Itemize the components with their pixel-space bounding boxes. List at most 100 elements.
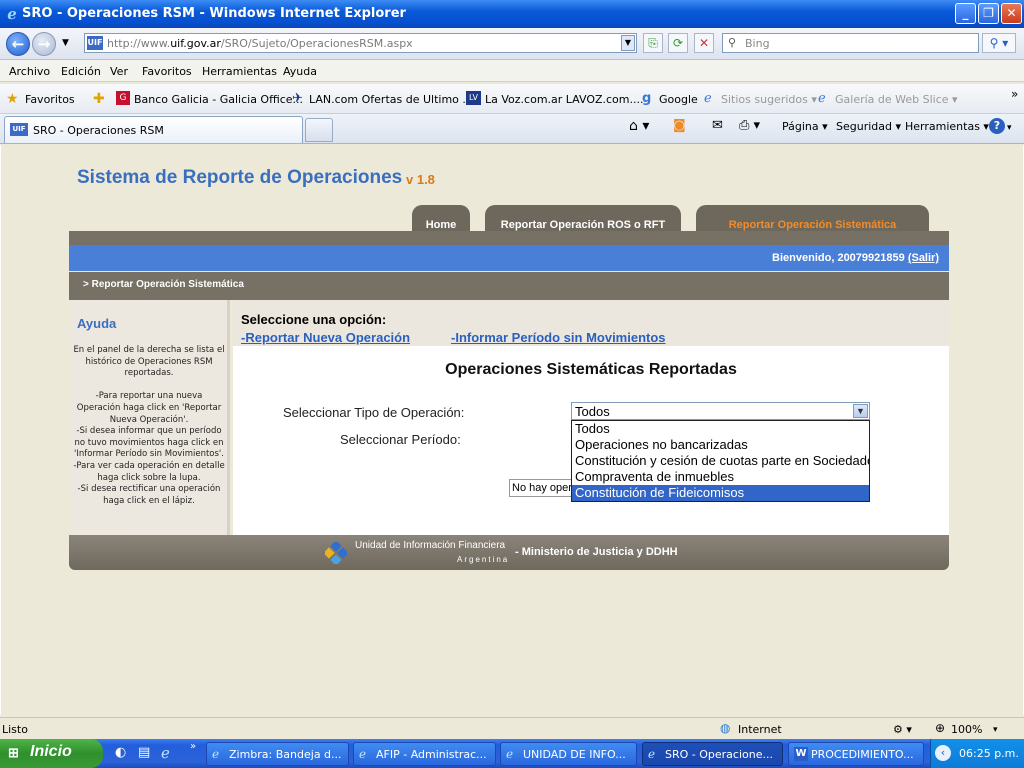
help-title: Ayuda: [77, 316, 117, 331]
url-domain: uif.gov.ar: [170, 37, 221, 50]
menu-archivo[interactable]: Archivo: [9, 65, 50, 78]
url-dropdown-icon[interactable]: ▼: [621, 35, 635, 51]
menu-herramientas[interactable]: Herramientas: [202, 65, 277, 78]
search-input[interactable]: ⚲ Bing: [722, 33, 979, 53]
page-menu[interactable]: Página ▾: [782, 120, 828, 133]
help-icon[interactable]: ?: [989, 118, 1005, 134]
zoom-dropdown-icon[interactable]: ▾: [993, 725, 998, 735]
site-version: v 1.8: [406, 172, 435, 187]
search-go-button[interactable]: ⚲ ▾: [982, 33, 1016, 53]
zone-label: Internet: [738, 723, 782, 736]
ie-task-icon: ℯ: [212, 747, 220, 761]
site-title: Sistema de Reporte de Operaciones: [77, 167, 403, 188]
chevron-down-icon[interactable]: ▼: [853, 404, 868, 418]
feeds-icon[interactable]: ◙: [673, 118, 686, 133]
status-text: Listo: [2, 723, 28, 736]
menu-edicion[interactable]: Edición: [61, 65, 101, 78]
task-unidad[interactable]: ℯ UNIDAD DE INFO...: [500, 742, 637, 766]
lavoz-icon: LV: [466, 91, 481, 105]
fav-lavoz[interactable]: La Voz.com.ar LAVOZ.com....: [485, 93, 644, 106]
fav-google[interactable]: Google: [659, 93, 698, 106]
menu-ayuda[interactable]: Ayuda: [283, 65, 317, 78]
quicklaunch-desktop-icon[interactable]: ▤: [138, 745, 150, 760]
fav-suggested-sites[interactable]: Sitios sugeridos ▾: [721, 93, 817, 106]
operation-type-dropdown: Todos Operaciones no bancarizadas Consti…: [571, 420, 870, 502]
task-afip[interactable]: ℯ AFIP - Administrac...: [353, 742, 496, 766]
dropdown-option[interactable]: Todos: [572, 421, 869, 437]
refresh-icon[interactable]: ⟳: [668, 33, 688, 53]
protected-mode-icon[interactable]: ⚙ ▾: [893, 723, 912, 736]
ie-task-icon: ℯ: [359, 747, 367, 761]
dropdown-option-highlighted[interactable]: Constitución de Fideicomisos: [572, 485, 869, 501]
start-button[interactable]: ⊞ Inicio: [0, 739, 103, 768]
nav-band: [69, 231, 949, 245]
mail-icon[interactable]: ✉: [712, 118, 723, 133]
report-no-movement-link[interactable]: -Informar Período sin Movimientos: [451, 330, 666, 345]
dropdown-option[interactable]: Compraventa de inmuebles: [572, 469, 869, 485]
ie-page-icon: ℯ: [704, 91, 712, 106]
fav-lan[interactable]: LAN.com Ofertas de Ultimo ...: [309, 93, 473, 106]
minimize-button[interactable]: _: [955, 3, 976, 24]
forward-button[interactable]: →: [32, 32, 56, 56]
ie-task-icon: ℯ: [506, 747, 514, 761]
main-panel: Seleccione una opción: -Reportar Nueva O…: [233, 300, 949, 535]
dropdown-option[interactable]: Operaciones no bancarizadas: [572, 437, 869, 453]
tab-active[interactable]: UIF SRO - Operaciones RSM: [4, 116, 303, 143]
footer-ministry: - Ministerio de Justicia y DDHH: [515, 546, 678, 558]
operation-type-select[interactable]: Todos ▼: [571, 402, 870, 420]
web-slice-icon: ℯ: [818, 91, 826, 106]
compatibility-view-icon[interactable]: ⎘: [643, 33, 663, 53]
lan-icon: ✈: [292, 91, 303, 106]
menu-ver[interactable]: Ver: [110, 65, 128, 78]
home-icon[interactable]: ⌂ ▾: [629, 118, 649, 134]
uif-logo-icon: [325, 542, 347, 564]
breadcrumb: > Reportar Operación Sistemática: [69, 272, 949, 300]
recent-pages-dropdown[interactable]: ▼: [62, 38, 69, 48]
quicklaunch-more-icon[interactable]: »: [190, 741, 196, 752]
logout-link[interactable]: (Salir): [908, 252, 939, 264]
address-bar: ← → ▼ UIF http://www.uif.gov.ar/SRO/Suje…: [0, 28, 1024, 60]
tab-bar: UIF SRO - Operaciones RSM ⌂ ▾ ◙ ✉ ⎙ ▾ Pá…: [0, 114, 1024, 144]
security-menu[interactable]: Seguridad ▾: [836, 120, 901, 133]
tools-menu[interactable]: Herramientas ▾: [905, 120, 989, 133]
clock: 06:25 p.m.: [959, 747, 1019, 760]
url-prefix: http://www.: [107, 37, 171, 50]
task-procedimiento[interactable]: W PROCEDIMIENTO...: [788, 742, 924, 766]
search-icon: ⚲: [728, 36, 737, 49]
options-header: Seleccione una opción: -Reportar Nueva O…: [233, 300, 949, 346]
window-titlebar: ℯ SRO - Operaciones RSM - Windows Intern…: [0, 0, 1024, 28]
google-icon: g: [642, 91, 652, 106]
new-tab-button[interactable]: [305, 118, 333, 142]
fav-web-slice[interactable]: Galería de Web Slice ▾: [835, 93, 958, 106]
word-task-icon: W: [794, 747, 808, 761]
menu-bar: Archivo Edición Ver Favoritos Herramient…: [0, 60, 1024, 82]
favorites-button[interactable]: Favoritos: [25, 93, 75, 106]
restore-button[interactable]: ❐: [978, 3, 999, 24]
page-content: Sistema de Reporte de Operaciones v 1.8 …: [0, 145, 1024, 715]
close-button[interactable]: ✕: [1001, 3, 1022, 24]
back-button[interactable]: ←: [6, 32, 30, 56]
url-path: /SRO/Sujeto/OperacionesRSM.aspx: [220, 37, 413, 50]
globe-icon: ◍: [720, 721, 731, 735]
help-panel: Ayuda En el panel de la derecha se lista…: [69, 300, 230, 535]
url-input[interactable]: UIF http://www.uif.gov.ar/SRO/Sujeto/Ope…: [84, 33, 637, 53]
chevron-more-icon[interactable]: »: [1011, 87, 1018, 101]
add-favorite-icon[interactable]: ✚: [93, 91, 105, 107]
site-footer: Unidad de Información Financiera Argenti…: [69, 535, 949, 570]
galicia-icon: G: [116, 91, 130, 105]
report-new-operation-link[interactable]: -Reportar Nueva Operación: [241, 330, 410, 345]
quicklaunch-media-icon[interactable]: ◐: [115, 745, 126, 760]
select-option-label: Seleccione una opción:: [241, 312, 387, 327]
welcome-bar: Bienvenido, 20079921859 (Salir): [69, 245, 949, 271]
task-zimbra[interactable]: ℯ Zimbra: Bandeja d...: [206, 742, 349, 766]
menu-favoritos[interactable]: Favoritos: [142, 65, 192, 78]
quicklaunch-ie-icon[interactable]: ℯ: [161, 744, 170, 762]
stop-icon[interactable]: ✕: [694, 33, 714, 53]
dropdown-option[interactable]: Constitución y cesión de cuotas parte en…: [572, 453, 869, 469]
tray-expand-icon[interactable]: ‹: [935, 745, 951, 761]
task-sro-active[interactable]: ℯ SRO - Operacione...: [642, 742, 783, 766]
fav-galicia[interactable]: Banco Galicia - Galicia Office...: [134, 93, 303, 106]
help-dropdown-icon[interactable]: ▾: [1007, 123, 1012, 133]
zoom-level[interactable]: 100%: [951, 723, 982, 736]
print-icon[interactable]: ⎙ ▾: [739, 118, 760, 133]
